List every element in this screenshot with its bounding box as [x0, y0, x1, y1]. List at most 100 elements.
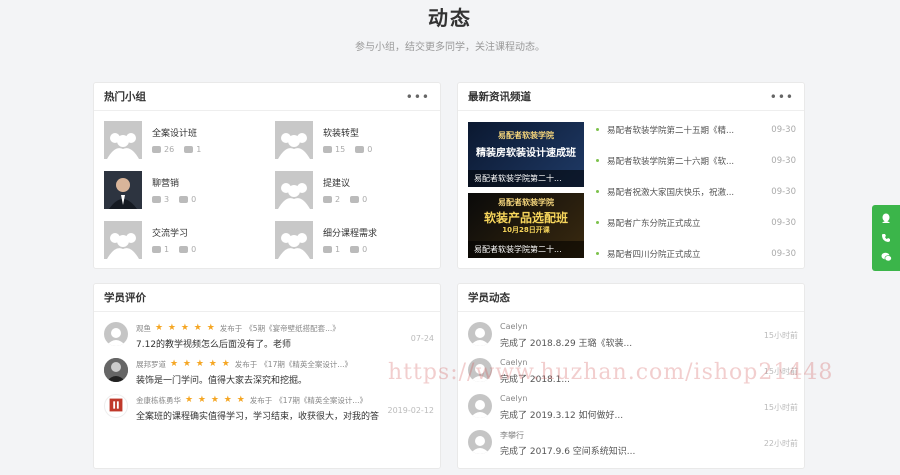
- comment-icon: [179, 196, 189, 203]
- more-icon[interactable]: •••: [406, 91, 430, 103]
- activity-time: 15小时前: [763, 403, 798, 412]
- activity-time: 22小时前: [763, 439, 798, 448]
- page-title: 动态: [428, 6, 472, 30]
- review-published: 发布于: [249, 395, 273, 405]
- group-name: 软装转型: [323, 129, 360, 139]
- hot-groups-card: 热门小组 ••• 全案设计班 26 1 软装转型 15 0 聊营销 3 0 提建议 2…: [93, 82, 441, 269]
- activity-user[interactable]: 李攀行: [500, 430, 798, 442]
- bullet-icon: [596, 252, 599, 255]
- review-user[interactable]: 展邦罗道: [136, 359, 166, 370]
- review-date: 07-24: [410, 334, 434, 343]
- review-course[interactable]: 《17期《精英全案设计...》: [275, 395, 367, 406]
- activity-item: 李攀行完成了 2017.9.6 空间系统知识... 22小时前: [468, 430, 798, 466]
- members-icon: [323, 246, 332, 253]
- group-item[interactable]: 提建议 2 0: [275, 171, 435, 209]
- avatar[interactable]: [104, 322, 128, 346]
- news-list: 易配者软装学院第二十五期《精... 09-30 易配者软装学院第二十六期《软...…: [596, 114, 796, 269]
- comment-icon: [184, 146, 194, 153]
- avatar[interactable]: [104, 394, 128, 418]
- comment-icon: [350, 246, 360, 253]
- members-icon: [152, 146, 161, 153]
- activity-header: 学员动态: [458, 284, 804, 312]
- group-name: 交流学习: [152, 229, 189, 239]
- avatar[interactable]: [468, 394, 492, 418]
- more-icon[interactable]: •••: [770, 91, 794, 103]
- news-item[interactable]: 易配者祝激大家国庆快乐，祝激... 09-30: [596, 176, 796, 207]
- group-thumb-icon: [104, 221, 142, 259]
- members-icon: [152, 246, 161, 253]
- activity-user[interactable]: Caelyn: [500, 394, 798, 406]
- group-name: 细分课程需求: [323, 229, 378, 239]
- news-item[interactable]: 易配者四川分院正式成立 09-30: [596, 238, 796, 269]
- news-card: 最新资讯频道 ••• 易配者软装学院 精装房软装设计速成班 易配者软装学院第二十…: [457, 82, 805, 269]
- news-image-caption: 易配者软装学院第二十...: [468, 241, 584, 258]
- bullet-icon: [596, 190, 599, 193]
- news-item[interactable]: 易配者软装学院第二十五期《精... 09-30: [596, 114, 796, 145]
- members-icon: [323, 146, 332, 153]
- activity-text[interactable]: 完成了 2017.9.6 空间系统知识...: [500, 444, 798, 457]
- comment-icon: [350, 196, 360, 203]
- review-text: 7.12的教学视频怎么后面没有了。老师: [136, 340, 292, 350]
- news-item[interactable]: 易配者软装学院第二十六期《软... 09-30: [596, 145, 796, 176]
- rating-stars: ★ ★ ★ ★ ★: [185, 395, 246, 405]
- group-item[interactable]: 交流学习 1 0: [104, 221, 264, 259]
- group-posts: 0: [367, 145, 373, 154]
- hot-groups-title: 热门小组: [104, 91, 146, 103]
- group-thumb-icon: [275, 221, 313, 259]
- news-item[interactable]: 易配者广东分院正式成立 09-30: [596, 207, 796, 238]
- news-image-line1: 易配者软装学院: [498, 198, 554, 207]
- review-course[interactable]: 《17期《精英全案设计...》: [260, 359, 352, 370]
- group-item[interactable]: 聊营销 3 0: [104, 171, 264, 209]
- group-members: 15: [335, 145, 346, 154]
- review-user[interactable]: 观鱼: [136, 323, 151, 334]
- news-image-line1: 易配者软装学院: [498, 131, 554, 140]
- review-course[interactable]: 《5期《宴帝壁纸搭配套...》: [245, 323, 339, 334]
- news-text: 易配者四川分院正式成立: [607, 249, 701, 260]
- group-members: 1: [335, 245, 341, 254]
- rating-stars: ★ ★ ★ ★ ★: [170, 359, 231, 369]
- news-text: 易配者软装学院第二十六期《软...: [607, 156, 735, 167]
- qq-icon[interactable]: [879, 212, 893, 226]
- news-date: 09-30: [771, 155, 796, 166]
- review-text: 装饰是一门学问。值得大家去深究和挖掘。: [136, 376, 308, 386]
- news-image-line2: 软装产品选配班: [483, 211, 568, 225]
- comment-icon: [179, 246, 189, 253]
- avatar[interactable]: [104, 358, 128, 382]
- group-posts: 0: [362, 195, 368, 204]
- news-date: 09-30: [771, 248, 796, 259]
- activity-time: 15小时前: [763, 331, 798, 340]
- review-user[interactable]: 金康栋栋勇华: [136, 395, 181, 406]
- watermark: https://www.huzhan.com/ishop21448: [388, 360, 834, 385]
- news-image[interactable]: 易配者软装学院 精装房软装设计速成班 易配者软装学院第二十...: [468, 122, 584, 187]
- avatar[interactable]: [468, 430, 492, 454]
- group-members: 26: [164, 145, 175, 154]
- group-photo: [104, 171, 142, 209]
- group-item[interactable]: 全案设计班 26 1: [104, 121, 264, 159]
- group-item[interactable]: 软装转型 15 0: [275, 121, 435, 159]
- group-name: 聊营销: [152, 179, 180, 189]
- news-image[interactable]: 易配者软装学院 软装产品选配班 10月28日开课 易配者软装学院第二十...: [468, 193, 584, 258]
- group-posts: 0: [191, 245, 197, 254]
- reviews-header: 学员评价: [94, 284, 440, 312]
- review-published: 发布于: [234, 359, 258, 369]
- group-posts: 0: [362, 245, 368, 254]
- news-date: 09-30: [771, 186, 796, 197]
- contact-sidebar: [872, 205, 900, 271]
- avatar[interactable]: [468, 322, 492, 346]
- phone-icon[interactable]: [879, 231, 893, 245]
- activity-item: Caelyn 完成了 2018.8.29 王璐《软装... 15小时前: [468, 322, 798, 358]
- group-name: 提建议: [323, 179, 351, 189]
- page-subtitle: 参与小组，结交更多同学，关注课程动态。: [355, 42, 545, 53]
- wechat-icon[interactable]: [879, 250, 893, 264]
- activity-user[interactable]: Caelyn: [500, 322, 798, 334]
- review-text: 全案班的课程确实值得学习，学习结束，收获很大，对我的答: [136, 412, 380, 422]
- review-item: 金康栋栋勇华 ★ ★ ★ ★ ★ 发布于 《17期《精英全案设计...》 全案班的课程…: [104, 394, 434, 430]
- comment-icon: [355, 146, 365, 153]
- news-image-line3: 10月28日开课: [502, 226, 550, 234]
- news-text: 易配者祝激大家国庆快乐，祝激...: [607, 187, 735, 198]
- activity-text[interactable]: 完成了 2019.3.12 如何做好...: [500, 408, 798, 421]
- review-item: 展邦罗道 ★ ★ ★ ★ ★ 发布于 《17期《精英全案设计...》 装饰是一门学问。…: [104, 358, 434, 394]
- group-item[interactable]: 细分课程需求 1 0: [275, 221, 435, 259]
- activity-text[interactable]: 完成了 2018.8.29 王璐《软装...: [500, 336, 798, 349]
- group-thumb-icon: [275, 171, 313, 209]
